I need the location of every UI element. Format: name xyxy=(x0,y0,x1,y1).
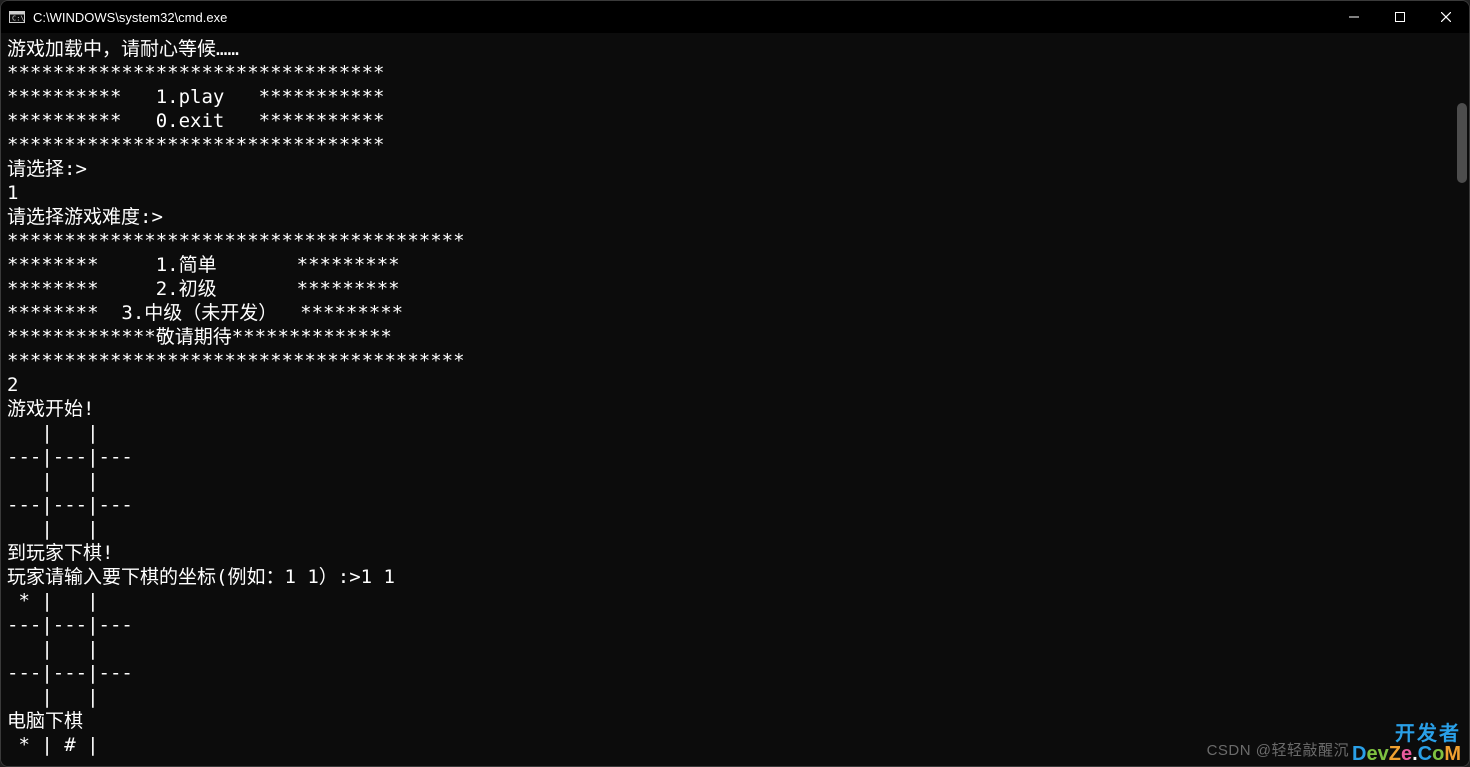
window-title: C:\WINDOWS\system32\cmd.exe xyxy=(33,10,227,25)
maximize-button[interactable] xyxy=(1377,1,1423,33)
svg-text:C:\: C:\ xyxy=(12,15,25,23)
cmd-window: C:\ C:\WINDOWS\system32\cmd.exe 游戏加载中，请耐… xyxy=(0,0,1470,767)
vertical-scrollbar[interactable] xyxy=(1455,67,1467,764)
csdn-watermark: CSDN @轻轻敲醒沉 xyxy=(1207,739,1349,760)
client-area: 游戏加载中，请耐心等候…… **************************… xyxy=(1,33,1469,766)
scrollbar-thumb[interactable] xyxy=(1457,103,1467,183)
devze-line2: DevZe.CoM xyxy=(1352,744,1461,764)
minimize-button[interactable] xyxy=(1331,1,1377,33)
devze-line1: 开发者 xyxy=(1352,724,1461,744)
close-button[interactable] xyxy=(1423,1,1469,33)
devze-watermark: 开发者 DevZe.CoM xyxy=(1352,724,1461,764)
console-output[interactable]: 游戏加载中，请耐心等候…… **************************… xyxy=(1,33,1469,766)
titlebar[interactable]: C:\ C:\WINDOWS\system32\cmd.exe xyxy=(1,1,1469,33)
app-icon: C:\ xyxy=(9,9,25,25)
